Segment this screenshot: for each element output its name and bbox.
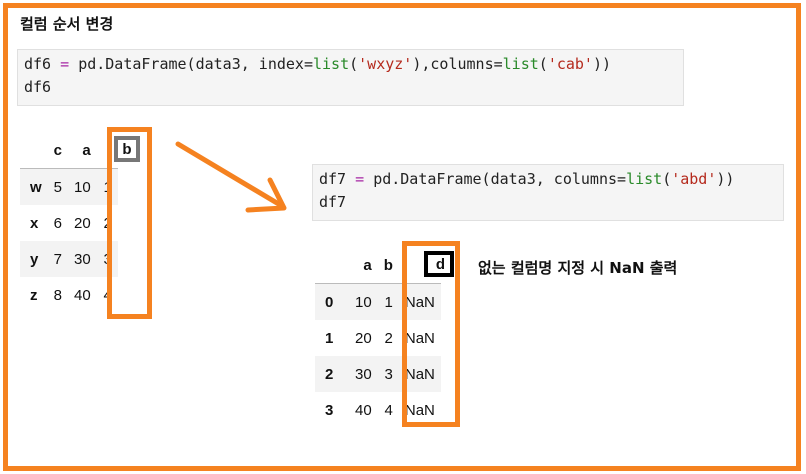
row-index: 3 [325, 401, 334, 419]
table-cell: 5 [53, 178, 63, 196]
row-index: y [30, 250, 39, 268]
row-index: 1 [325, 329, 334, 347]
code-token: = [51, 55, 79, 73]
table-cell: 10 [355, 293, 372, 311]
table-cell: 4 [384, 401, 393, 419]
table-cell: 1 [384, 293, 393, 311]
code-token: list [502, 55, 539, 73]
code-token: ( [662, 170, 672, 188]
column-header: c [47, 132, 69, 169]
table-cell: 10 [74, 178, 91, 196]
row-index: x [30, 214, 39, 232]
row-index: w [30, 178, 42, 196]
table-row: y 7 30 3 [20, 241, 118, 277]
arrow-icon [175, 141, 287, 213]
row-index: z [30, 286, 38, 304]
code-token: list [626, 170, 663, 188]
column-d-header-marker: d [424, 251, 454, 277]
annotation-note: 없는 컬럼명 지정 시 NaN 출력 [478, 259, 678, 277]
table-cell: 6 [53, 214, 63, 232]
dataframe-df6: c a b w 5 10 1 x 6 20 2 y 7 30 3 z 8 40 … [20, 132, 118, 313]
index-header [20, 132, 48, 169]
code-token: pd.DataFrame(data3, columns= [373, 170, 627, 188]
code-token: list [313, 55, 350, 73]
table-cell: 8 [53, 286, 63, 304]
code-token: 'cab' [547, 55, 593, 73]
code-cell-df6[interactable]: df6 = pd.DataFrame(data3, index=list('wx… [17, 49, 684, 106]
code-token: ( [349, 55, 359, 73]
code-token: df6 [24, 55, 52, 73]
code-token: df7 [319, 170, 347, 188]
column-header: b [377, 247, 399, 284]
table-cell: 40 [74, 286, 91, 304]
code-line: df7 [319, 193, 347, 211]
index-header [315, 247, 349, 284]
table-row: z 8 40 4 [20, 277, 118, 313]
table-cell: 40 [355, 401, 372, 419]
code-token: = [346, 170, 374, 188]
code-cell-df7[interactable]: df7 = pd.DataFrame(data3, columns=list('… [312, 164, 784, 221]
table-cell: 2 [384, 329, 393, 347]
code-line: df6 [24, 78, 52, 96]
code-token: )) [716, 170, 735, 188]
table-row: w 5 10 1 [20, 168, 118, 205]
row-index: 2 [325, 365, 334, 383]
column-header: a [349, 247, 378, 284]
table-cell: 20 [355, 329, 372, 347]
table-cell: 7 [53, 250, 63, 268]
code-token: ),columns= [412, 55, 503, 73]
code-token: 'abd' [671, 170, 717, 188]
section-title: 컬럼 순서 변경 [20, 15, 114, 33]
code-token: 'wxyz' [358, 55, 413, 73]
table-cell: 30 [74, 250, 91, 268]
table-cell: 20 [74, 214, 91, 232]
table-cell: 30 [355, 365, 372, 383]
column-header: a [68, 132, 97, 169]
code-token: )) [592, 55, 612, 73]
row-index: 0 [325, 293, 334, 311]
code-token: pd.DataFrame(data3, index= [78, 55, 313, 73]
table-row: x 6 20 2 [20, 205, 118, 241]
code-token: ( [538, 55, 548, 73]
column-b-header-marker: b [114, 136, 140, 162]
table-cell: 3 [384, 365, 393, 383]
